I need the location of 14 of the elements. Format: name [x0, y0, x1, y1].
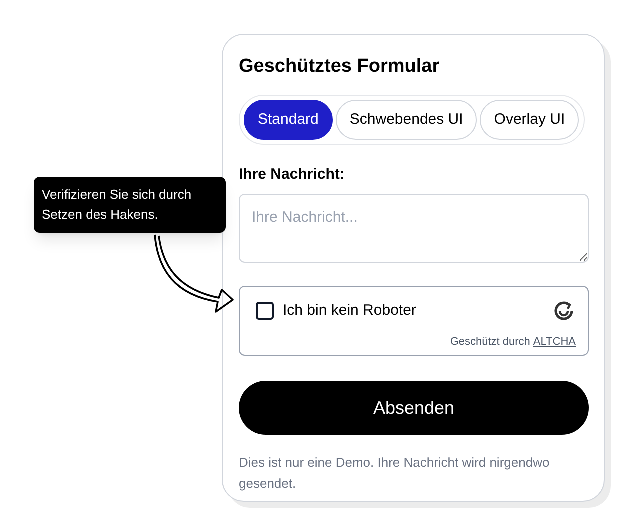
tab[interactable]: Standard: [244, 100, 333, 140]
protection-note: Geschützt durch: [450, 334, 530, 350]
checkbox[interactable]: [256, 302, 274, 320]
altcha-link[interactable]: ALTCHA: [533, 334, 576, 350]
tab[interactable]: Overlay UI: [480, 100, 580, 140]
demo-note: Dies ist nur eine Demo. Ihre Nachricht wird nirgendwo gesendet.: [239, 454, 551, 493]
submit-button[interactable]: Absenden: [239, 381, 589, 435]
form-title: Geschütztes Formular: [239, 55, 441, 79]
tooltip: Verifizieren Sie sich durch Setzen des Hakens.: [34, 177, 226, 233]
field-label: Ihre Nachricht:: [239, 165, 346, 185]
tab[interactable]: Schwebendes UI: [336, 100, 478, 140]
refresh-icon: [552, 299, 576, 323]
message-field[interactable]: Ihre Nachricht...: [239, 194, 589, 263]
checkbox-label: Ich bin kein Roboter: [283, 301, 416, 321]
